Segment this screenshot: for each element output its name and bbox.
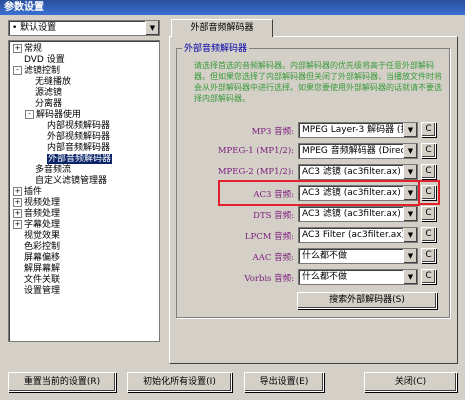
mp3-decoder-select[interactable]: MPEG Layer-3 解码器 (推荐) ▼ — [298, 122, 418, 138]
mp3-config-button[interactable]: C — [421, 122, 436, 137]
dts-decoder-select[interactable]: AC3 滤镜 (ac3filter.ax) ▼ — [298, 206, 418, 222]
tree-item-color-control[interactable]: 色彩控制 — [24, 242, 60, 253]
expand-icon[interactable]: + — [13, 209, 22, 218]
preset-combo[interactable]: • 默认设置 ▼ — [8, 20, 160, 36]
tree-item-filter-control[interactable]: - 滤镜控制 — [13, 66, 60, 77]
tree-item-source-filter[interactable]: 源滤镜 — [35, 88, 62, 99]
tree-item-external-video[interactable]: 外部视频解码器 — [47, 132, 110, 143]
vorbis-label: Vorbis 音频: — [244, 274, 294, 284]
tree-item-internal-video[interactable]: 内部视频解码器 — [47, 121, 110, 132]
settings-tree[interactable]: + 常规 DVD 设置 - 滤镜控制 无缝播放 源滤镜 分离器 - 解码器使用 内部视… — [8, 40, 160, 342]
ac3-row-highlight — [218, 180, 420, 206]
window-title: 参数设置 — [0, 0, 465, 15]
tree-item-general[interactable]: + 常规 — [13, 44, 42, 55]
chevron-down-icon[interactable]: ▼ — [403, 228, 417, 242]
tree-item-internal-audio[interactable]: 内部音频解码器 — [47, 143, 110, 154]
tree-item-multi-audio[interactable]: 多音频流 — [35, 165, 71, 176]
expand-icon[interactable]: + — [13, 44, 22, 53]
export-settings-button[interactable]: 导出设置(E) — [244, 372, 324, 392]
mpeg1-config-button[interactable]: C — [421, 143, 436, 158]
tree-item-screen-decode[interactable]: 解屏幕解 — [24, 264, 60, 275]
mpeg1-decoder-select[interactable]: MPEG 音频解码器 (DirectX) ▼ — [298, 143, 418, 159]
lpcm-config-button[interactable]: C — [421, 227, 436, 242]
expand-icon[interactable]: + — [13, 187, 22, 196]
lpcm-decoder-select[interactable]: AC3 Filter (ac3filter.ax) ▼ — [298, 227, 418, 243]
reset-current-button[interactable]: 重置当前的设置(R) — [8, 372, 116, 392]
search-decoders-button[interactable]: 搜索外部解码器(S) — [297, 292, 437, 309]
expand-icon[interactable]: + — [13, 220, 22, 229]
aac-decoder-select[interactable]: 什么都不做 ▼ — [298, 248, 418, 264]
close-button[interactable]: 关闭(C) — [364, 372, 457, 392]
mpeg2-config-button[interactable]: C — [421, 164, 436, 179]
tree-item-screen-offset[interactable]: 屏幕偏移 — [24, 253, 60, 264]
tree-item-video-processing[interactable]: + 视频处理 — [13, 198, 60, 209]
init-all-button[interactable]: 初始化所有设置(I) — [127, 372, 232, 392]
expand-icon[interactable]: + — [13, 198, 22, 207]
tree-item-splitter[interactable]: 分离器 — [35, 99, 62, 110]
aac-config-button[interactable]: C — [421, 248, 436, 263]
chevron-down-icon[interactable]: ▼ — [403, 207, 417, 221]
tree-item-dvd[interactable]: DVD 设置 — [24, 55, 65, 66]
tree-item-file-association[interactable]: 文件关联 — [24, 275, 60, 286]
mp3-label: MP3 音频: — [251, 127, 294, 137]
tree-item-audio-processing[interactable]: + 音频处理 — [13, 209, 60, 220]
lpcm-label: LPCM 音频: — [244, 232, 294, 242]
tree-item-custom-filter[interactable]: 自定义滤镜管理器 — [35, 176, 107, 187]
chevron-down-icon[interactable]: ▼ — [403, 270, 417, 284]
ac3-config-highlight — [418, 180, 440, 205]
collapse-icon[interactable]: - — [25, 110, 34, 119]
mpeg2-label: MPEG-2 (MP1/2): — [217, 167, 294, 177]
mpeg1-label: MPEG-1 (MP1/2): — [217, 146, 294, 156]
chevron-down-icon[interactable]: ▼ — [403, 249, 417, 263]
vorbis-decoder-select[interactable]: 什么都不做 ▼ — [298, 269, 418, 285]
dts-label: DTS 音频: — [253, 211, 294, 221]
chevron-down-icon[interactable]: ▼ — [403, 165, 417, 179]
aac-label: AAC 音频: — [252, 253, 294, 263]
tree-item-visual-effects[interactable]: 视觉效果 — [24, 231, 60, 242]
tab-external-audio[interactable]: 外部音频解码器 — [171, 19, 273, 37]
group-description: 请选择首选的音频解码器。内部解码器的优先级将高于任意外部解码器。但如果您选择了内… — [194, 61, 442, 103]
tree-item-subtitle-processing[interactable]: + 字幕处理 — [13, 220, 60, 231]
dts-config-button[interactable]: C — [421, 206, 436, 221]
tree-item-settings-management[interactable]: 设置管理 — [24, 286, 60, 297]
chevron-down-icon[interactable]: ▼ — [403, 144, 417, 158]
tree-item-seamless[interactable]: 无缝播放 — [35, 77, 71, 88]
chevron-down-icon[interactable]: ▼ — [145, 21, 159, 35]
tree-item-external-audio[interactable]: 外部音频解码器 — [47, 154, 113, 165]
vorbis-config-button[interactable]: C — [421, 269, 436, 284]
chevron-down-icon[interactable]: ▼ — [403, 123, 417, 137]
tree-item-plugins[interactable]: + 插件 — [13, 187, 42, 198]
collapse-icon[interactable]: - — [13, 66, 22, 75]
preset-combo-value: • 默认设置 — [12, 23, 57, 33]
group-title: 外部音频解码器 — [182, 41, 250, 54]
mpeg2-decoder-select[interactable]: AC3 滤镜 (ac3filter.ax) ▼ — [298, 164, 418, 180]
tree-item-decoder-use[interactable]: - 解码器使用 — [25, 110, 81, 121]
